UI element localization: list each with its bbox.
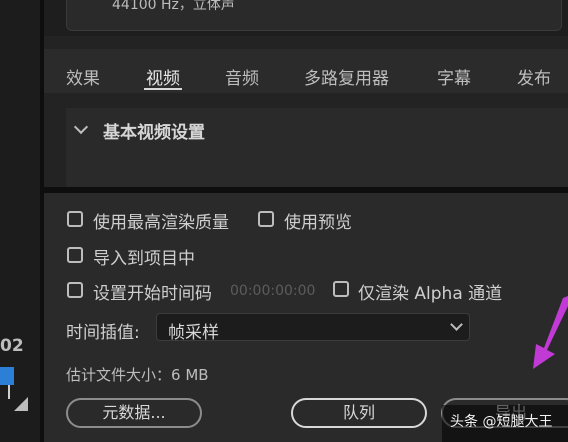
section-title[interactable]: 基本视频设置 <box>103 118 205 143</box>
import-to-project-label: 导入到项目中 <box>93 249 195 269</box>
max-render-quality-checkbox[interactable] <box>67 211 83 227</box>
tab-video[interactable]: 视频 <box>146 64 180 89</box>
tab-audio[interactable]: 音频 <box>225 64 259 89</box>
metadata-button[interactable]: 元数据... <box>66 398 202 428</box>
timeline-number: 02 <box>0 336 24 356</box>
render-alpha-only-label: 仅渲染 Alpha 通道 <box>358 284 503 304</box>
annotation-arrow-icon <box>533 296 568 369</box>
render-alpha-only-checkbox[interactable] <box>333 281 349 297</box>
arrow-shape <box>533 296 568 369</box>
tab-effects[interactable]: 效果 <box>66 64 100 89</box>
file-size-label: 估计文件大小： <box>66 366 172 384</box>
set-start-timecode-label: 设置开始时间码 <box>93 284 212 304</box>
time-interpolation-label: 时间插值: <box>66 323 140 343</box>
max-render-quality-label: 使用最高渲染质量 <box>93 213 229 233</box>
active-tab-indicator <box>144 88 182 90</box>
start-timecode-field[interactable]: 00:00:00:00 <box>230 283 315 299</box>
use-previews-checkbox[interactable] <box>258 211 274 227</box>
queue-button[interactable]: 队列 <box>291 398 427 428</box>
use-previews-label: 使用预览 <box>284 213 352 233</box>
resize-corner-icon[interactable] <box>14 397 28 411</box>
watermark-text: 头条 @短腿大王 <box>450 414 553 430</box>
playhead-line <box>8 385 10 399</box>
time-interpolation-value: 帧采样 <box>168 323 219 343</box>
estimated-file-size: 估计文件大小：6 MB <box>66 364 209 385</box>
tab-multiplexer[interactable]: 多路复用器 <box>304 64 389 89</box>
import-to-project-checkbox[interactable] <box>67 247 83 263</box>
playhead-marker-icon[interactable] <box>0 367 14 385</box>
tab-captions[interactable]: 字幕 <box>437 64 471 89</box>
tab-publish[interactable]: 发布 <box>517 64 551 89</box>
file-size-value: 6 MB <box>171 366 209 384</box>
audio-summary: 44100 Hz，立体声 <box>112 0 235 13</box>
set-start-timecode-checkbox[interactable] <box>67 282 83 298</box>
